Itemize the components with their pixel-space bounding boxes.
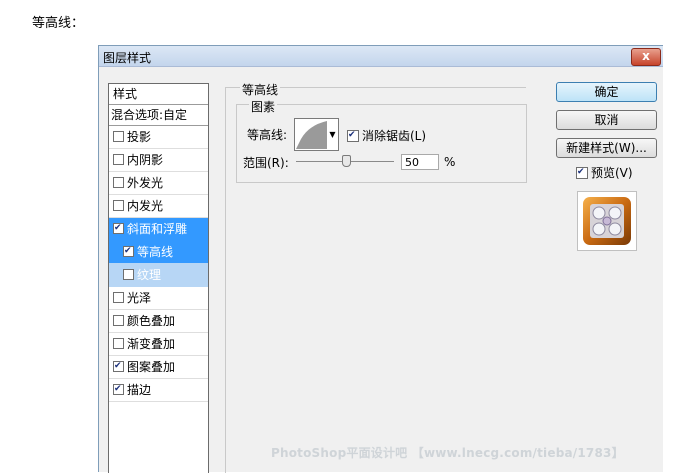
style-label: 等高线: [137, 245, 174, 259]
preview-option[interactable]: 预览(V): [576, 164, 633, 181]
style-checkbox[interactable]: [113, 131, 124, 142]
style-item-stroke[interactable]: 描边: [109, 379, 208, 402]
style-checkbox[interactable]: [123, 269, 134, 280]
cancel-button[interactable]: 取消: [556, 110, 657, 130]
style-checkbox[interactable]: [113, 338, 124, 349]
close-button[interactable]: x: [631, 48, 661, 66]
blend-options-item[interactable]: 混合选项:自定: [109, 105, 208, 126]
antialias-checkbox[interactable]: [347, 129, 359, 142]
style-checkbox[interactable]: [113, 384, 124, 395]
antialias-option[interactable]: 消除锯齿(L): [347, 127, 426, 144]
style-label: 内阴影: [127, 153, 164, 167]
style-label: 斜面和浮雕: [127, 222, 188, 236]
range-unit: %: [444, 155, 456, 169]
close-icon: x: [642, 49, 650, 63]
style-label: 颜色叠加: [127, 314, 176, 328]
style-checkbox[interactable]: [113, 177, 124, 188]
style-label: 纹理: [137, 268, 162, 282]
range-slider-thumb[interactable]: [342, 155, 351, 167]
style-item-color-overlay[interactable]: 颜色叠加: [109, 310, 208, 333]
range-input[interactable]: 50: [401, 154, 439, 170]
antialias-label: 消除锯齿(L): [362, 129, 427, 143]
dialog-title: 图层样式: [103, 51, 152, 65]
style-label: 描边: [127, 383, 152, 397]
style-checkbox[interactable]: [113, 200, 124, 211]
chevron-down-icon: ▼: [329, 130, 336, 139]
style-checkbox[interactable]: [113, 315, 124, 326]
style-label: 外发光: [127, 176, 164, 190]
elements-group-title: 图素: [249, 98, 278, 115]
contour-dropdown[interactable]: ▼: [327, 118, 339, 151]
style-item-inner-glow[interactable]: 内发光: [109, 195, 208, 218]
range-label: 范围(R):: [243, 156, 289, 170]
style-label: 图案叠加: [127, 360, 176, 374]
contour-label: 等高线:: [247, 128, 288, 142]
style-checkbox[interactable]: [113, 154, 124, 165]
ok-button[interactable]: 确定: [556, 82, 657, 102]
style-label: 渐变叠加: [127, 337, 176, 351]
styles-header[interactable]: 样式: [109, 84, 208, 105]
styles-list: 样式 混合选项:自定 投影 内阴影 外发光 内发光 斜面和浮雕 等高线 纹理 光…: [108, 83, 209, 473]
style-item-satin[interactable]: 光泽: [109, 287, 208, 310]
style-checkbox[interactable]: [113, 292, 124, 303]
style-item-texture[interactable]: 纹理: [109, 264, 208, 287]
layer-style-dialog: 图层样式 x 样式 混合选项:自定 投影 内阴影 外发光 内发光 斜面和浮雕 等…: [98, 45, 663, 473]
watermark: PhotoShop平面设计吧 【www.lnecg.com/tieba/1783…: [271, 446, 624, 460]
style-item-contour[interactable]: 等高线: [109, 241, 208, 264]
style-item-bevel-emboss[interactable]: 斜面和浮雕: [109, 218, 208, 241]
style-item-outer-glow[interactable]: 外发光: [109, 172, 208, 195]
contour-group-title: 等高线: [240, 81, 281, 98]
style-label: 光泽: [127, 291, 152, 305]
style-checkbox[interactable]: [113, 361, 124, 372]
dialog-titlebar[interactable]: 图层样式 x: [99, 46, 663, 67]
style-label: 内发光: [127, 199, 164, 213]
preview-label: 预览(V): [591, 166, 633, 180]
preview-checkbox[interactable]: [576, 166, 588, 179]
style-item-inner-shadow[interactable]: 内阴影: [109, 149, 208, 172]
style-preview-thumbnail: [577, 191, 637, 251]
style-item-gradient-overlay[interactable]: 渐变叠加: [109, 333, 208, 356]
new-style-button[interactable]: 新建样式(W)...: [556, 138, 657, 158]
jeweled-tile-icon: [583, 197, 631, 245]
style-checkbox[interactable]: [113, 223, 124, 234]
style-label: 投影: [127, 130, 152, 144]
style-item-drop-shadow[interactable]: 投影: [109, 126, 208, 149]
style-checkbox[interactable]: [123, 246, 134, 257]
style-item-pattern-overlay[interactable]: 图案叠加: [109, 356, 208, 379]
contour-preview[interactable]: [294, 118, 329, 151]
page-caption: 等高线：: [32, 16, 85, 31]
contour-curve-icon: [296, 121, 327, 149]
